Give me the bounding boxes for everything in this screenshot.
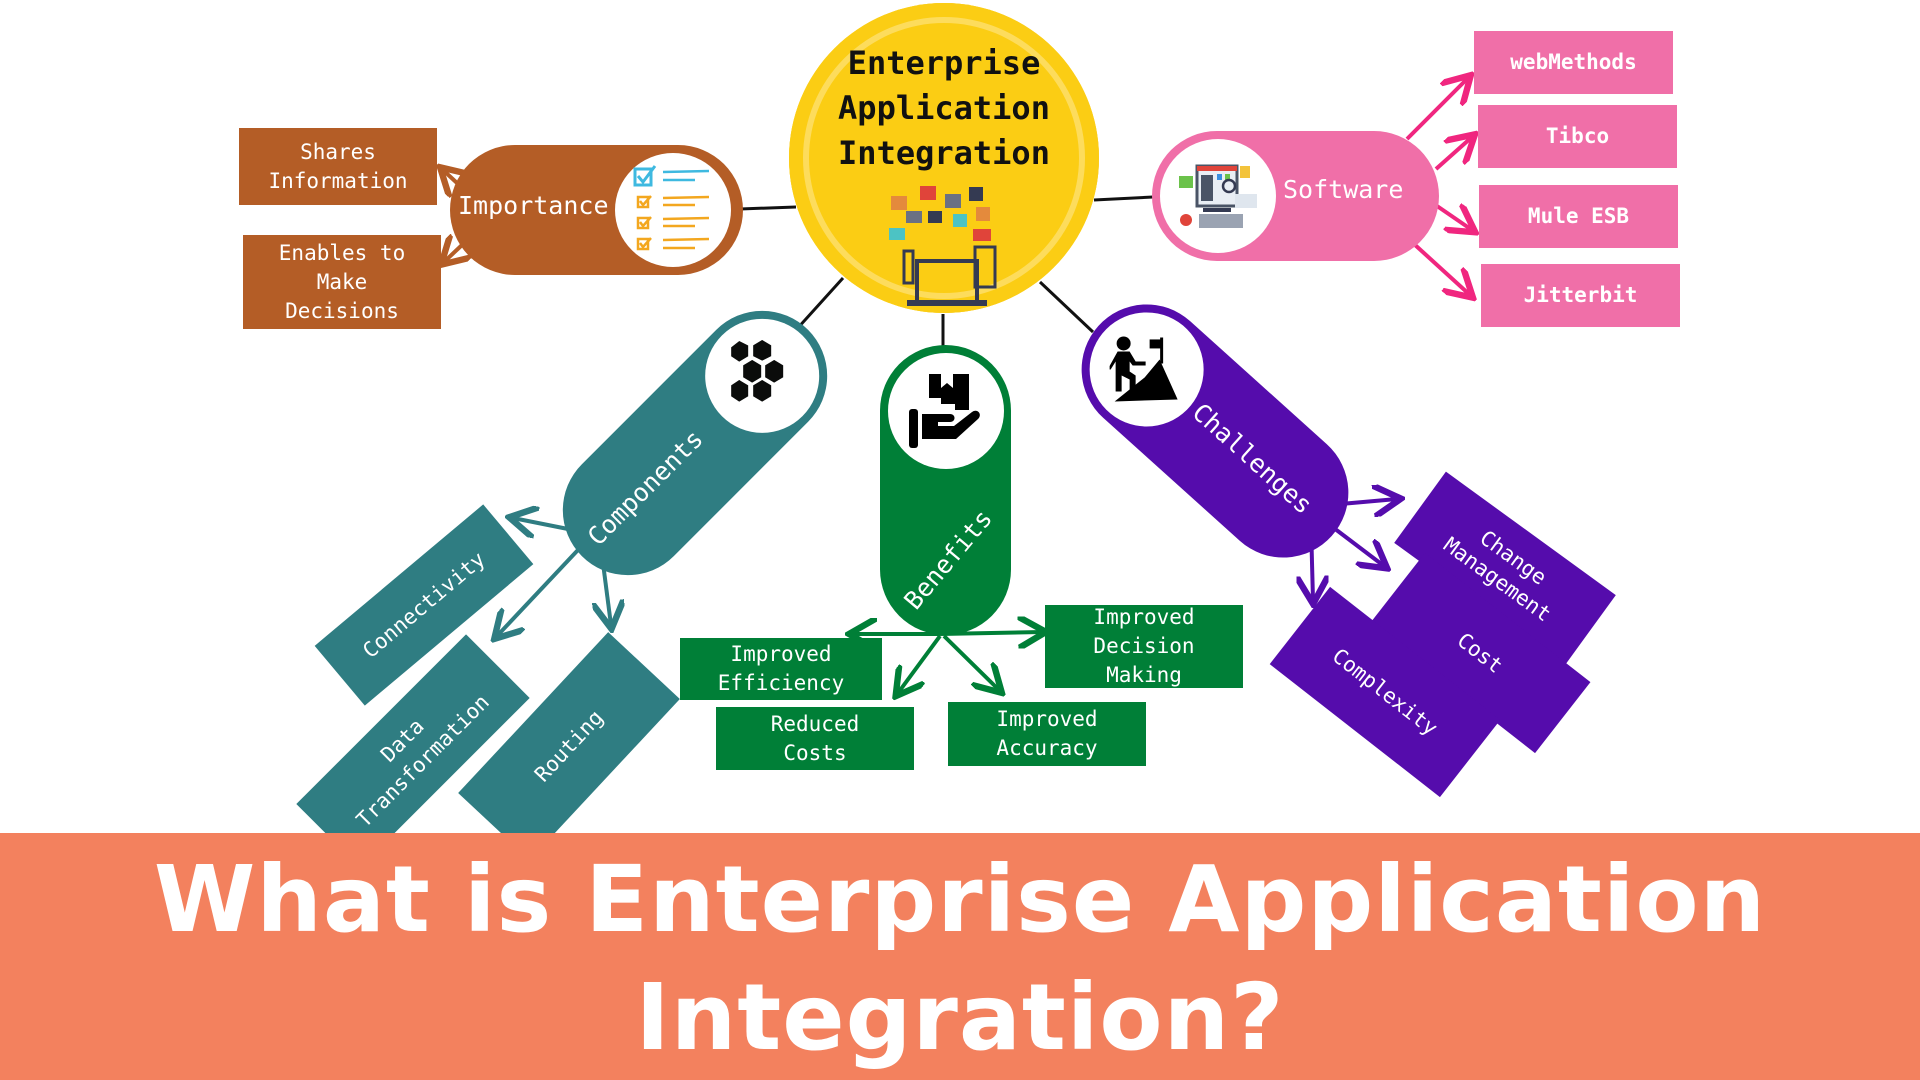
benefits-item: Improved Accuracy: [948, 702, 1146, 766]
link-center-challenges: [1038, 280, 1095, 334]
benefits-label: Benefits: [898, 504, 999, 615]
importance-label: Importance: [458, 191, 609, 220]
link-center-software: [1093, 195, 1154, 202]
center-node[interactable]: Enterprise Application Integration: [789, 3, 1099, 313]
center-title: Enterprise Application Integration: [838, 44, 1050, 172]
software-label: Software: [1283, 175, 1404, 204]
hand-box-icon: [888, 353, 1004, 469]
hexagons-icon: [705, 318, 820, 433]
devices-apps-icon: [889, 186, 997, 306]
title-banner: What is Enterprise Application Integrati…: [0, 833, 1920, 1080]
climber-flag-icon: [1089, 312, 1204, 427]
software-item: Tibco: [1478, 105, 1677, 168]
benefits-item: Improved Efficiency: [680, 638, 882, 700]
benefits-node[interactable]: Benefits: [880, 345, 1011, 635]
benefits-item: Reduced Costs: [716, 707, 914, 770]
benefits-item: Improved Decision Making: [1045, 605, 1243, 688]
software-item: Mule ESB: [1479, 185, 1678, 248]
software-node[interactable]: Software: [1152, 131, 1439, 261]
checklist-icon: [615, 153, 731, 267]
importance-item: Shares Information: [239, 128, 437, 205]
link-center-components: [794, 276, 845, 332]
banner-title: What is Enterprise Application Integrati…: [153, 846, 1767, 1071]
software-item: webMethods: [1474, 31, 1673, 94]
importance-item: Enables to Make Decisions: [243, 235, 441, 329]
components-label: Components: [581, 424, 709, 552]
importance-node[interactable]: Importance: [450, 145, 743, 275]
software-item: Jitterbit: [1481, 264, 1680, 327]
computer-analysis-icon: [1160, 139, 1276, 253]
link-center-importance: [739, 205, 797, 211]
